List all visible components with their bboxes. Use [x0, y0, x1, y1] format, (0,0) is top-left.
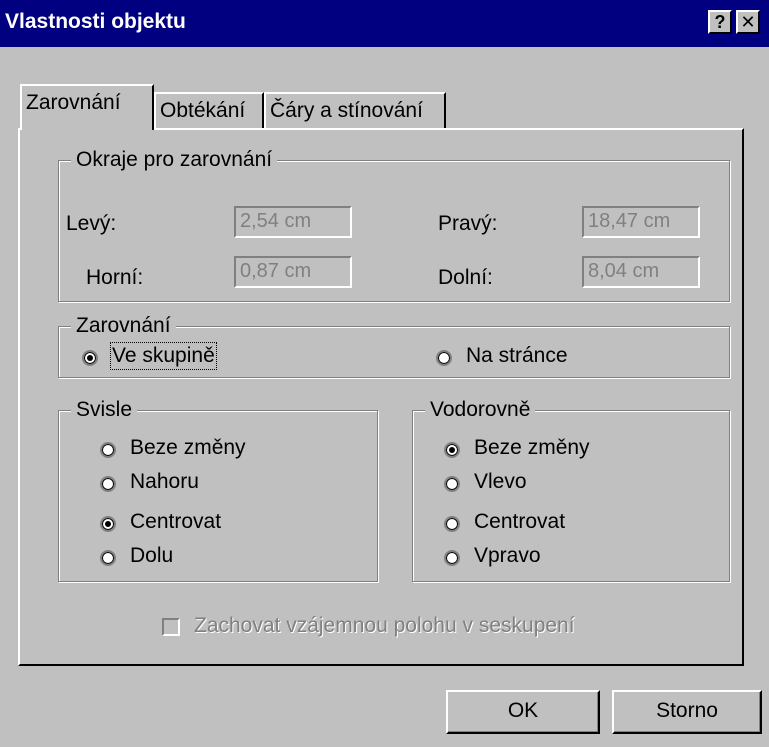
radio-vlevo[interactable] — [444, 476, 460, 492]
keep-position-label[interactable]: Zachovat vzájemnou polohu v seskupení — [194, 614, 575, 638]
ok-button[interactable]: OK — [446, 690, 600, 734]
left-margin-field[interactable]: 2,54 cm — [234, 206, 352, 238]
margins-legend: Okraje pro zarovnání — [71, 148, 278, 172]
radio-vodorovne-beze-zmeny[interactable] — [444, 442, 460, 458]
tab-label: Čáry a stínování — [270, 99, 423, 122]
tab-cary-a-stinovani[interactable]: Čáry a stínování — [264, 92, 446, 128]
title-bar[interactable]: Vlastnosti objektu ? ✕ — [0, 0, 769, 47]
radio-dolu-label[interactable]: Dolu — [130, 544, 173, 568]
top-margin-label: Horní: — [86, 266, 144, 289]
radio-svisle-beze-zmeny-label[interactable]: Beze změny — [130, 436, 246, 460]
radio-dolu[interactable] — [100, 550, 116, 566]
alignment-legend: Zarovnání — [71, 314, 176, 338]
tab-label: Obtékání — [160, 99, 246, 122]
help-button[interactable]: ? — [708, 10, 732, 34]
radio-vlevo-label[interactable]: Vlevo — [474, 470, 527, 494]
radio-svisle-centrovat[interactable] — [100, 516, 116, 532]
radio-nahoru[interactable] — [100, 476, 116, 492]
tab-panel: Okraje pro zarovnání Levý: 2,54 cm Pravý… — [18, 128, 744, 666]
cancel-button[interactable]: Storno — [612, 690, 762, 734]
left-margin-label: Levý: — [66, 212, 117, 235]
vertical-legend: Svisle — [71, 398, 138, 422]
radio-svisle-centrovat-label[interactable]: Centrovat — [130, 510, 221, 534]
radio-vodorovne-centrovat[interactable] — [444, 516, 460, 532]
dialog-window: Vlastnosti objektu ? ✕ Zarovnání Obtékán… — [0, 0, 769, 747]
radio-na-strance-label[interactable]: Na stránce — [466, 344, 568, 368]
radio-na-strance[interactable] — [436, 350, 452, 366]
radio-vodorovne-beze-zmeny-label[interactable]: Beze změny — [474, 436, 590, 460]
bottom-margin-field[interactable]: 8,04 cm — [582, 256, 700, 288]
radio-vpravo[interactable] — [444, 550, 460, 566]
radio-ve-skupine-label[interactable]: Ve skupině — [110, 342, 217, 370]
close-button[interactable]: ✕ — [736, 10, 760, 34]
radio-nahoru-label[interactable]: Nahoru — [130, 470, 199, 494]
horizontal-legend: Vodorovně — [425, 398, 536, 422]
tab-zarovnani[interactable]: Zarovnání — [20, 84, 154, 130]
tab-obtekani[interactable]: Obtékání — [154, 92, 264, 128]
right-margin-field[interactable]: 18,47 cm — [582, 206, 700, 238]
window-title: Vlastnosti objektu — [5, 10, 186, 33]
tab-label: Zarovnání — [26, 91, 121, 114]
radio-vpravo-label[interactable]: Vpravo — [474, 544, 541, 568]
right-margin-label: Pravý: — [438, 212, 498, 235]
keep-position-checkbox[interactable] — [162, 618, 180, 636]
radio-ve-skupine[interactable] — [82, 350, 98, 366]
radio-svisle-beze-zmeny[interactable] — [100, 442, 116, 458]
bottom-margin-label: Dolní: — [438, 266, 493, 289]
radio-vodorovne-centrovat-label[interactable]: Centrovat — [474, 510, 565, 534]
top-margin-field[interactable]: 0,87 cm — [234, 256, 352, 288]
